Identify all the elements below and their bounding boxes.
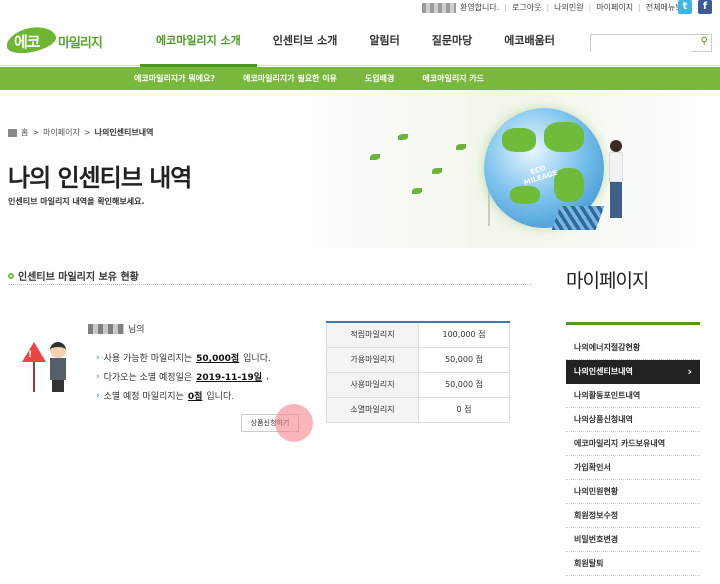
sidebar-item-membership-certificate[interactable]: 가입확인서 <box>566 456 700 480</box>
expiring-mileage-line: › 소멸 예정 마일리지는 0점 입니다. <box>96 390 235 403</box>
search-box: ⚲ <box>590 34 712 55</box>
sidebar-item-withdraw[interactable]: 회원탈퇴 <box>566 552 700 576</box>
warning-sign-illustration: ! <box>18 338 72 394</box>
sidebar-item-card-holdings[interactable]: 에코마일리지 카드보유내역 <box>566 432 700 456</box>
nav-eco-learning[interactable]: 에코배움터 <box>488 16 571 66</box>
eco-mileage-logo[interactable]: 에코 마일리지 <box>4 23 110 57</box>
utility-bar: 환영합니다. | 로그아웃 | 나의민원 | 마이페이지 | 전체메뉴보기 t … <box>0 0 720 16</box>
chevron-right-icon: › <box>96 352 100 363</box>
sidebar-item-product-requests[interactable]: 나의상품신청내역 <box>566 408 700 432</box>
main-nav: 에코마일리지 소개 인센티브 소개 알림터 질문마당 에코배움터 <box>140 16 571 67</box>
table-row: 사용마일리지 50,000 점 <box>326 371 510 398</box>
leaf-icon <box>432 168 442 174</box>
expiry-date-value: 2019-11-19일 <box>196 373 262 383</box>
logo-text-mileage: 마일리지 <box>58 36 103 51</box>
sidebar-divider <box>566 322 700 325</box>
breadcrumb: 홈 > 마이페이지 > 나의인센티브내역 <box>8 127 153 138</box>
leaf-icon <box>456 144 466 150</box>
utility-links: 환영합니다. | 로그아웃 | 나의민원 | 마이페이지 | 전체메뉴보기 <box>421 2 690 13</box>
leaf-icon <box>398 134 408 140</box>
section-divider <box>8 284 532 285</box>
search-input[interactable] <box>591 39 691 55</box>
chevron-right-icon: › <box>96 371 100 382</box>
circle-bullet-icon <box>8 272 14 279</box>
logout-link[interactable]: 로그아웃 <box>512 2 541 13</box>
sub-nav: 에코마일리지가 뭐에요? 에코마일리지가 필요한 이유 도입배경 에코마일리지 … <box>0 67 720 90</box>
nav-incentive-intro[interactable]: 인센티브 소개 <box>257 16 354 66</box>
breadcrumb-home[interactable]: 홈 <box>21 127 28 138</box>
available-mileage-line: › 사용 가능한 마일리지는 50,000점 입니다. <box>96 352 271 365</box>
mileage-summary: › 사용 가능한 마일리지는 50,000점 입니다. › 다가오는 소멸 예정… <box>96 348 271 405</box>
page-description: 인센티브 마일리지 내역을 확인해보세요. <box>8 197 145 206</box>
home-icon[interactable] <box>8 128 17 137</box>
sidebar-item-complaint-status[interactable]: 나의민원현황 <box>566 480 700 504</box>
sidebar-item-energy-savings[interactable]: 나의에너지절감현황 <box>566 336 700 360</box>
subnav-background[interactable]: 도입배경 <box>365 73 394 84</box>
apply-product-button[interactable]: 상품신청하기 <box>241 414 299 432</box>
logo-text-eco: 에코 <box>14 33 41 51</box>
expiring-mileage-value: 0점 <box>187 392 203 402</box>
mypage-link[interactable]: 마이페이지 <box>596 2 633 13</box>
user-name-line: 님의 <box>88 322 145 335</box>
hero-banner: 홈 > 마이페이지 > 나의인센티브내역 나의 인센티브 내역 인센티브 마일리… <box>0 90 720 248</box>
page-title: 나의 인센티브 내역 <box>8 164 192 192</box>
sidebar-menu: 나의에너지절감현황 나의인센티브내역 나의활동포인트내역 나의상품신청내역 에코… <box>566 336 700 576</box>
subnav-why-needed[interactable]: 에코마일리지가 필요한 이유 <box>243 73 337 84</box>
greeting-text: 환영합니다. <box>459 3 500 12</box>
woman-illustration <box>606 140 626 232</box>
search-icon[interactable]: ⚲ <box>701 36 708 47</box>
blurred-user-name <box>421 2 456 13</box>
leaf-icon <box>370 154 380 160</box>
nav-eco-mileage-intro[interactable]: 에코마일리지 소개 <box>140 16 257 67</box>
sidebar-item-edit-profile[interactable]: 회원정보수정 <box>566 504 700 528</box>
sidebar-item-incentive-history[interactable]: 나의인센티브내역 <box>566 360 700 384</box>
my-complaints-link[interactable]: 나의민원 <box>554 2 583 13</box>
breadcrumb-mypage[interactable]: 마이페이지 <box>43 127 80 138</box>
table-row: 적립마일리지 100,000 점 <box>326 321 510 348</box>
chevron-right-icon: › <box>96 390 100 401</box>
twitter-icon[interactable]: t <box>678 0 692 14</box>
subnav-what-is[interactable]: 에코마일리지가 뭐에요? <box>134 73 215 84</box>
breadcrumb-current: 나의인센티브내역 <box>94 128 154 137</box>
facebook-icon[interactable]: f <box>698 0 712 14</box>
expiry-date-line: › 다가오는 소멸 예정일은 2019-11-19일 , <box>96 371 269 384</box>
subnav-card[interactable]: 에코마일리지 카드 <box>422 73 484 84</box>
sidebar-title: 마이페이지 <box>566 270 649 292</box>
leaf-icon <box>412 188 422 194</box>
available-mileage-value: 50,000점 <box>196 354 240 364</box>
table-row: 소멸마일리지 0 점 <box>326 396 510 423</box>
section-title: 인센티브 마일리지 보유 현황 <box>8 268 139 283</box>
nav-notice[interactable]: 알림터 <box>353 16 415 66</box>
nav-qna[interactable]: 질문마당 <box>416 16 488 66</box>
header: 에코 마일리지 에코마일리지 소개 인센티브 소개 알림터 질문마당 에코배움터… <box>0 16 720 67</box>
blurred-user-name <box>88 323 124 334</box>
solar-panel-illustration <box>551 206 605 230</box>
table-row: 가용마일리지 50,000 점 <box>326 346 510 373</box>
sidebar-item-activity-points[interactable]: 나의활동포인트내역 <box>566 384 700 408</box>
sidebar-item-change-password[interactable]: 비밀번호변경 <box>566 528 700 552</box>
mileage-table: 적립마일리지 100,000 점 가용마일리지 50,000 점 사용마일리지 … <box>326 321 510 423</box>
